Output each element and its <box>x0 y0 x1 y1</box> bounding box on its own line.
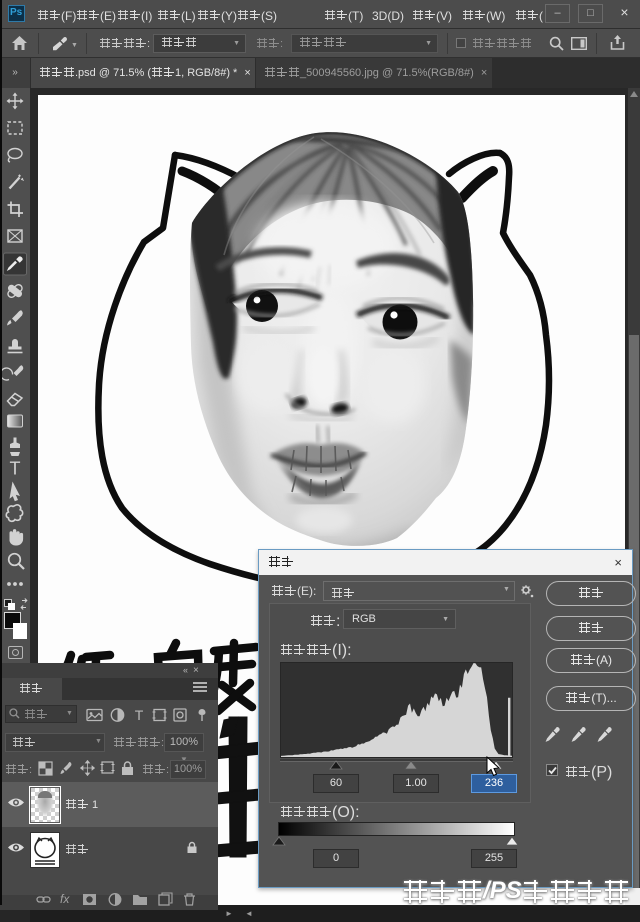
svg-text:fx: fx <box>60 892 70 906</box>
svg-text:T: T <box>135 707 144 723</box>
svg-text:T: T <box>10 459 21 479</box>
